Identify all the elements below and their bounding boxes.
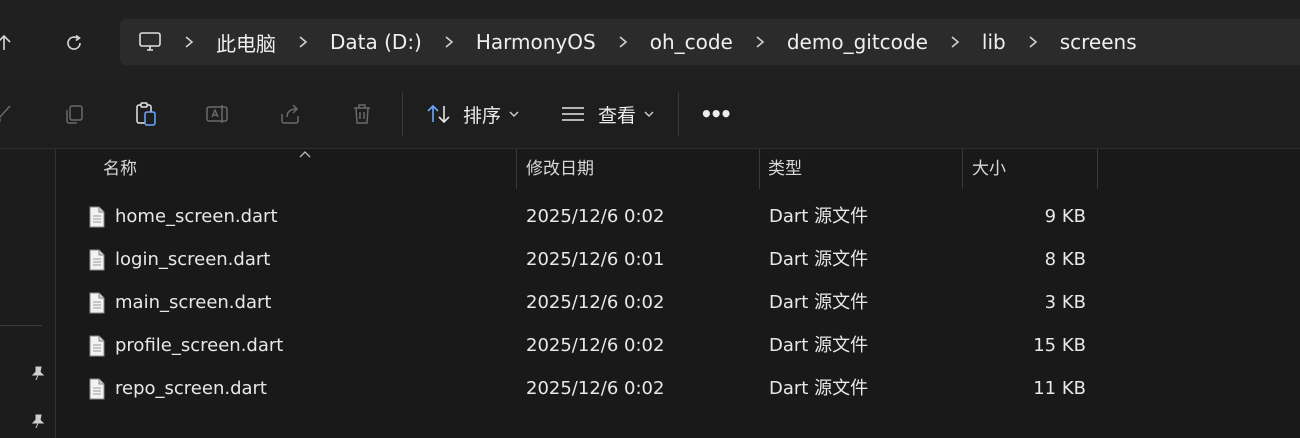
file-icon xyxy=(89,249,105,271)
file-icon xyxy=(89,335,105,357)
breadcrumb-data-drive[interactable]: Data (D:) xyxy=(330,30,422,54)
navigation-bar: 此电脑 Data (D:) HarmonyOS oh_code demo_git… xyxy=(0,0,1300,80)
view-label: 查看 xyxy=(598,104,637,127)
file-modified: 2025/12/6 0:01 xyxy=(526,249,665,270)
refresh-icon[interactable] xyxy=(58,27,90,59)
sort-icon xyxy=(425,102,453,126)
column-header-size[interactable]: 大小 xyxy=(972,149,1092,189)
breadcrumb-chevron-icon[interactable] xyxy=(298,35,308,49)
toolbar-divider xyxy=(678,92,679,136)
paste-icon[interactable] xyxy=(132,100,160,128)
this-pc-icon[interactable] xyxy=(138,31,162,53)
file-modified: 2025/12/6 0:02 xyxy=(526,206,665,227)
file-row[interactable]: main_screen.dart 2025/12/6 0:02 Dart 源文件… xyxy=(56,281,1300,324)
file-type: Dart 源文件 xyxy=(769,206,869,227)
rename-icon[interactable] xyxy=(204,100,232,128)
sort-button[interactable]: 排序 xyxy=(425,98,519,130)
file-modified: 2025/12/6 0:02 xyxy=(526,335,665,356)
toolbar-divider xyxy=(402,92,403,136)
navigation-pane xyxy=(0,149,56,438)
copy-icon[interactable] xyxy=(60,100,88,128)
breadcrumb-chevron-icon[interactable] xyxy=(1028,35,1038,49)
view-button[interactable]: 查看 xyxy=(560,98,654,130)
file-size: 15 KB xyxy=(1033,335,1086,356)
file-type: Dart 源文件 xyxy=(769,335,869,356)
breadcrumb-demo-gitcode[interactable]: demo_gitcode xyxy=(787,30,928,54)
column-divider[interactable] xyxy=(1097,149,1098,189)
file-type: Dart 源文件 xyxy=(769,292,869,313)
view-list-icon xyxy=(560,104,586,124)
column-divider[interactable] xyxy=(516,149,517,189)
breadcrumb-this-pc[interactable]: 此电脑 xyxy=(216,28,276,57)
file-size: 8 KB xyxy=(1044,249,1086,270)
chevron-down-icon xyxy=(644,110,654,118)
breadcrumb-chevron-icon[interactable] xyxy=(184,35,194,49)
file-icon xyxy=(89,206,105,228)
file-type: Dart 源文件 xyxy=(769,249,869,270)
navigation-divider xyxy=(0,325,42,326)
more-options-button[interactable]: ••• xyxy=(700,98,732,130)
file-size: 3 KB xyxy=(1044,292,1086,313)
address-bar[interactable]: 此电脑 Data (D:) HarmonyOS oh_code demo_git… xyxy=(120,19,1300,65)
file-name: main_screen.dart xyxy=(115,292,272,313)
file-icon xyxy=(89,378,105,400)
share-icon[interactable] xyxy=(276,100,304,128)
file-name: profile_screen.dart xyxy=(115,335,284,356)
file-type: Dart 源文件 xyxy=(769,378,869,399)
cut-icon[interactable] xyxy=(0,100,16,128)
file-size: 9 KB xyxy=(1044,206,1086,227)
breadcrumb-harmonyos[interactable]: HarmonyOS xyxy=(476,30,596,54)
delete-icon[interactable] xyxy=(348,100,376,128)
file-row[interactable]: profile_screen.dart 2025/12/6 0:02 Dart … xyxy=(56,324,1300,367)
column-divider[interactable] xyxy=(962,149,963,189)
file-modified: 2025/12/6 0:02 xyxy=(526,378,665,399)
breadcrumb-chevron-icon[interactable] xyxy=(444,35,454,49)
file-row[interactable]: home_screen.dart 2025/12/6 0:02 Dart 源文件… xyxy=(56,195,1300,238)
file-size: 11 KB xyxy=(1033,378,1086,399)
file-row[interactable]: repo_screen.dart 2025/12/6 0:02 Dart 源文件… xyxy=(56,367,1300,410)
file-row[interactable]: login_screen.dart 2025/12/6 0:01 Dart 源文… xyxy=(56,238,1300,281)
chevron-down-icon xyxy=(509,110,519,118)
column-header-type[interactable]: 类型 xyxy=(768,149,958,189)
breadcrumb-oh-code[interactable]: oh_code xyxy=(650,30,733,54)
column-headers: 名称 修改日期 类型 大小 xyxy=(56,149,1300,189)
file-modified: 2025/12/6 0:02 xyxy=(526,292,665,313)
column-header-modified[interactable]: 修改日期 xyxy=(526,149,756,189)
file-name: home_screen.dart xyxy=(115,206,278,227)
column-divider[interactable] xyxy=(759,149,760,189)
breadcrumb-chevron-icon[interactable] xyxy=(618,35,628,49)
column-header-name[interactable]: 名称 xyxy=(103,149,503,189)
pin-icon[interactable] xyxy=(28,363,48,383)
breadcrumb-screens[interactable]: screens xyxy=(1060,30,1137,54)
command-bar: 排序 查看 ••• xyxy=(0,80,1300,149)
file-name: repo_screen.dart xyxy=(115,378,267,399)
file-name: login_screen.dart xyxy=(115,249,271,270)
file-icon xyxy=(89,292,105,314)
up-arrow-icon[interactable] xyxy=(0,27,20,59)
sort-label: 排序 xyxy=(463,104,502,127)
breadcrumb-chevron-icon[interactable] xyxy=(755,35,765,49)
pin-icon[interactable] xyxy=(28,411,48,431)
breadcrumb-lib[interactable]: lib xyxy=(982,30,1006,54)
breadcrumb-chevron-icon[interactable] xyxy=(950,35,960,49)
